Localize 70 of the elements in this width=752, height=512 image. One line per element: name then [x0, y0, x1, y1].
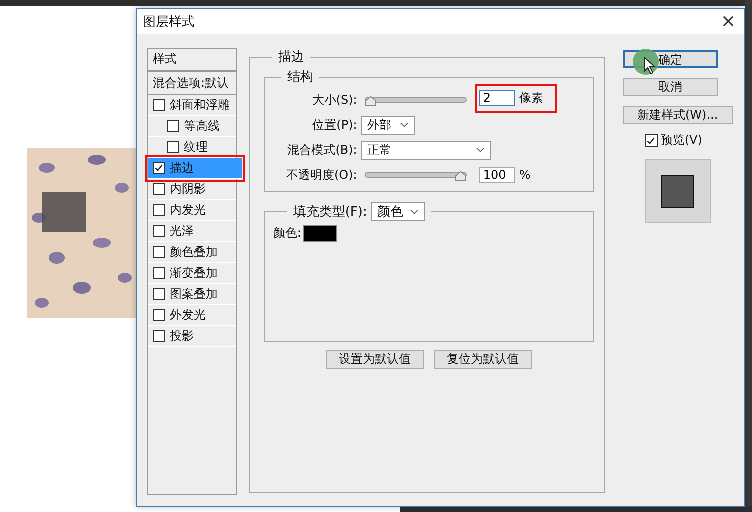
checkbox[interactable] — [153, 267, 165, 279]
field-label: 不透明度(O): — [285, 166, 358, 184]
field-label: 混合模式(B): — [286, 142, 358, 158]
style-item[interactable]: 渐变叠加 — [148, 263, 236, 284]
item-label: 内阴影 — [170, 180, 206, 198]
style-item[interactable]: 外发光 — [148, 305, 236, 326]
item-label: 外发光 — [170, 306, 206, 324]
item-label: 纹理 — [184, 138, 208, 156]
close-button[interactable]: × — [720, 12, 736, 30]
item-label: 投影 — [170, 328, 194, 344]
caret-icon — [410, 208, 420, 214]
slider[interactable] — [365, 169, 468, 181]
checkbox[interactable] — [153, 309, 165, 321]
item-label: 等高线 — [184, 118, 220, 134]
dialog-button[interactable]: 新建样式(W)... — [622, 106, 733, 124]
item-label: 描边 — [170, 160, 194, 176]
caret-icon — [400, 122, 410, 128]
style-item[interactable]: 内阴影 — [148, 179, 236, 200]
style-item[interactable]: 光泽 — [148, 221, 236, 242]
item-label: 颜色叠加 — [170, 244, 218, 260]
checkbox[interactable] — [153, 99, 165, 111]
checkbox[interactable] — [153, 330, 165, 342]
checkbox[interactable] — [153, 225, 165, 237]
cursor-icon — [644, 57, 656, 75]
item-label: 斜面和浮雕 — [170, 96, 230, 114]
checkbox[interactable] — [167, 141, 179, 153]
dropdown[interactable]: 正常 — [361, 140, 492, 160]
item-label: 内发光 — [170, 202, 206, 218]
style-item[interactable]: 斜面和浮雕 — [148, 95, 236, 116]
unit-label: % — [519, 168, 531, 182]
color-swatch[interactable] — [303, 225, 338, 242]
slider-thumb[interactable] — [365, 96, 378, 106]
checkbox[interactable] — [153, 204, 165, 216]
style-item[interactable]: 图案叠加 — [148, 284, 236, 305]
unit-label: 像素 — [519, 90, 544, 106]
slider[interactable] — [365, 94, 468, 106]
dropdown[interactable]: 外部 — [361, 116, 416, 134]
item-label: 渐变叠加 — [170, 264, 218, 282]
checkbox[interactable] — [644, 134, 658, 147]
style-item[interactable]: 颜色叠加 — [148, 242, 236, 263]
checkbox[interactable] — [153, 183, 165, 195]
item-label: 光泽 — [170, 222, 194, 240]
checkbox[interactable] — [153, 288, 165, 300]
list-header: 样式 — [153, 51, 177, 68]
style-item[interactable]: 描边 — [148, 158, 242, 179]
group-title: 描边 — [277, 49, 306, 66]
field-label: 填充类型(F): — [293, 204, 368, 220]
input-field[interactable]: 100 — [479, 167, 516, 183]
default-button[interactable]: 复位为默认值 — [434, 350, 532, 369]
input-field[interactable]: 2 — [479, 90, 516, 106]
item-label: 图案叠加 — [170, 286, 218, 302]
field-label: 大小(S): — [311, 92, 358, 108]
checkbox-label: 预览(V) — [660, 132, 702, 149]
slider-thumb[interactable] — [455, 171, 468, 181]
style-item[interactable]: 内发光 — [148, 200, 236, 221]
window-title: 图层样式 — [143, 14, 195, 30]
checkbox[interactable] — [153, 246, 165, 258]
caret-icon — [476, 147, 486, 153]
style-item[interactable]: 投影 — [148, 326, 236, 347]
field-label: 颜色: — [273, 225, 302, 242]
dialog-button[interactable]: 取消 — [622, 78, 718, 96]
dropdown[interactable]: 颜色 — [371, 202, 426, 221]
field-label: 位置(P): — [312, 116, 358, 134]
default-button[interactable]: 设置为默认值 — [326, 350, 424, 369]
checkbox[interactable] — [153, 162, 165, 174]
checkbox[interactable] — [167, 120, 179, 132]
style-item[interactable]: 混合选项:默认 — [148, 72, 236, 95]
group-title: 结构 — [286, 69, 314, 86]
style-item[interactable]: 等高线 — [148, 116, 236, 137]
preview-thumbnail — [644, 159, 711, 223]
